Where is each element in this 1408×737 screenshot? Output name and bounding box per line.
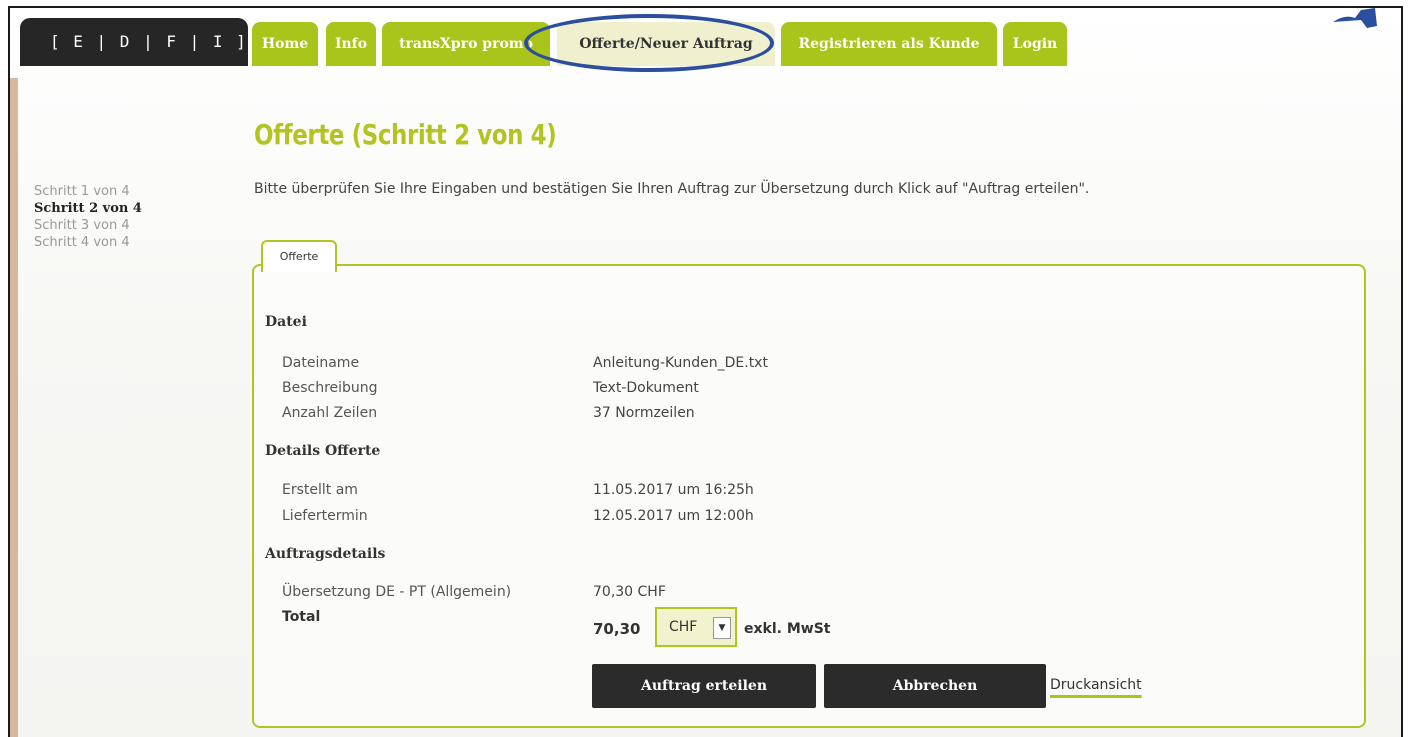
label-line-count: Anzahl Zeilen	[282, 405, 378, 421]
value-line-count: 37 Normzeilen	[593, 405, 695, 421]
intro-text: Bitte überprüfen Sie Ihre Eingaben und b…	[254, 181, 1090, 197]
label-created: Erstellt am	[282, 482, 358, 498]
tax-note: exkl. MwSt	[744, 621, 831, 637]
nav-tab-promo[interactable]: transXpro promo	[382, 22, 550, 66]
nav-tab-offer[interactable]: Offerte/Neuer Auftrag	[557, 22, 775, 66]
value-translation: 70,30 CHF	[593, 584, 666, 600]
print-view-link[interactable]: Druckansicht	[1050, 677, 1142, 693]
nav-tab-register[interactable]: Registrieren als Kunde	[781, 22, 997, 66]
page-title: Offerte (Schritt 2 von 4)	[254, 118, 557, 151]
step-item[interactable]: Schritt 3 von 4	[34, 217, 142, 234]
section-heading-order: Auftragsdetails	[265, 546, 386, 562]
submit-order-button[interactable]: Auftrag erteilen	[592, 664, 816, 708]
currency-select[interactable]: CHF ▼	[655, 607, 737, 647]
section-heading-file: Datei	[265, 314, 307, 330]
label-delivery: Liefertermin	[282, 508, 368, 524]
nav-tab-info[interactable]: Info	[326, 22, 376, 66]
value-description: Text-Dokument	[593, 380, 699, 396]
logo-bar[interactable]: [ E | D | F | I ]	[20, 18, 248, 66]
label-description: Beschreibung	[282, 380, 378, 396]
step-item-current[interactable]: Schritt 2 von 4	[34, 200, 142, 217]
decorative-shape	[1333, 8, 1377, 28]
logo-text: [ E | D | F | I ]	[50, 32, 248, 51]
step-item[interactable]: Schritt 1 von 4	[34, 183, 142, 200]
offer-panel	[252, 264, 1366, 728]
label-translation: Übersetzung DE - PT (Allgemein)	[282, 584, 512, 600]
cancel-button[interactable]: Abbrechen	[824, 664, 1046, 708]
value-delivery: 12.05.2017 um 12:00h	[593, 508, 754, 524]
left-edge	[10, 78, 18, 737]
label-filename: Dateiname	[282, 355, 360, 371]
step-menu: Schritt 1 von 4 Schritt 2 von 4 Schritt …	[34, 183, 142, 251]
nav-tab-login[interactable]: Login	[1003, 22, 1067, 66]
value-filename: Anleitung-Kunden_DE.txt	[593, 355, 768, 371]
panel-tab-offer[interactable]: Offerte	[261, 240, 337, 272]
step-item[interactable]: Schritt 4 von 4	[34, 234, 142, 251]
section-heading-details: Details Offerte	[265, 443, 381, 459]
chevron-down-icon[interactable]: ▼	[713, 617, 731, 639]
value-total: 70,30	[593, 620, 641, 638]
value-created: 11.05.2017 um 16:25h	[593, 482, 754, 498]
label-total: Total	[282, 609, 321, 625]
nav-tab-home[interactable]: Home	[252, 22, 318, 66]
currency-selected-value: CHF	[669, 619, 698, 635]
